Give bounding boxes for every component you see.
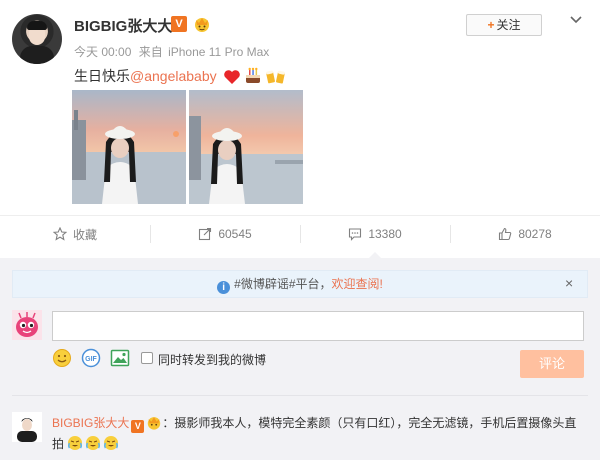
like-count: 80278 [518, 227, 552, 241]
repost-count: 60545 [218, 227, 252, 241]
crying-laughing-icons [68, 436, 119, 450]
star-icon [52, 227, 67, 241]
post-source-device: iPhone 11 Pro Max [168, 45, 270, 59]
birthday-cake-icon [246, 67, 261, 83]
crown-icon [148, 417, 161, 430]
mention-link[interactable]: @angelababy [130, 68, 217, 84]
repost-icon [199, 227, 212, 241]
post-source-prefix: 来自 [138, 45, 163, 59]
comment-input[interactable] [52, 311, 584, 341]
verified-badge-icon: V [171, 16, 187, 32]
repost-checkbox[interactable] [141, 352, 153, 364]
repost-button[interactable]: 60545 [150, 216, 300, 252]
follow-label: 关注 [496, 18, 521, 32]
comment-item: BIGBIG张大大 V ：摄影师我本人，模特完全素颜（只有口红），完全无滤镜，手机… [52, 413, 584, 455]
post-photo-1[interactable] [72, 90, 186, 204]
post-text-body: 生日快乐 [74, 68, 130, 84]
notice-link[interactable]: 欢迎查阅! [332, 277, 383, 291]
post-text: 生日快乐@angelababy [74, 66, 286, 88]
notice-text: #微博辟谣#平台， [234, 277, 332, 291]
follow-button[interactable]: + 关注 [466, 14, 542, 36]
comment-count: 13380 [368, 227, 402, 241]
rumor-notice-banner[interactable]: i #微博辟谣#平台，欢迎查阅! [12, 270, 588, 298]
comment-author-name[interactable]: BIGBIG张大大 [52, 416, 129, 430]
author-name[interactable]: BIGBIG张大大 [74, 15, 172, 36]
favorite-button[interactable]: 收藏 [0, 216, 150, 252]
chevron-down-icon[interactable] [569, 13, 583, 27]
verified-badge-icon: V [131, 420, 145, 433]
post-timestamp[interactable]: 今天 00:00 [74, 45, 131, 59]
red-heart-icon [223, 69, 240, 84]
close-icon[interactable]: × [565, 276, 573, 290]
thumbs-up-icon [499, 227, 512, 241]
gif-picker-icon[interactable]: GIF [81, 348, 101, 368]
crown-icon [195, 18, 209, 32]
current-user-avatar[interactable] [12, 310, 42, 340]
repost-checkbox-label[interactable]: 同时转发到我的微博 [158, 351, 266, 368]
gif-icon-label: GIF [85, 356, 97, 363]
plus-icon: + [487, 18, 495, 32]
post-meta: 今天 00:00 来自 iPhone 11 Pro Max [74, 43, 269, 60]
comment-icon [349, 228, 362, 241]
author-avatar[interactable] [12, 14, 62, 64]
emoji-picker-icon[interactable] [52, 348, 72, 368]
submit-comment-button[interactable]: 评论 [520, 350, 584, 378]
comment-separator: ： [162, 416, 175, 430]
action-bar: 收藏 60545 13380 80278 [0, 216, 600, 258]
image-picker-icon[interactable] [110, 348, 130, 368]
comment-author-avatar[interactable] [12, 412, 42, 442]
post-photo-2[interactable] [189, 90, 303, 204]
favorite-label: 收藏 [72, 227, 97, 242]
like-button[interactable]: 80278 [450, 216, 600, 252]
info-icon: i [217, 281, 231, 294]
divider [12, 395, 588, 396]
beer-cheers-icon [266, 70, 286, 84]
comment-button[interactable]: 13380 [300, 216, 450, 258]
